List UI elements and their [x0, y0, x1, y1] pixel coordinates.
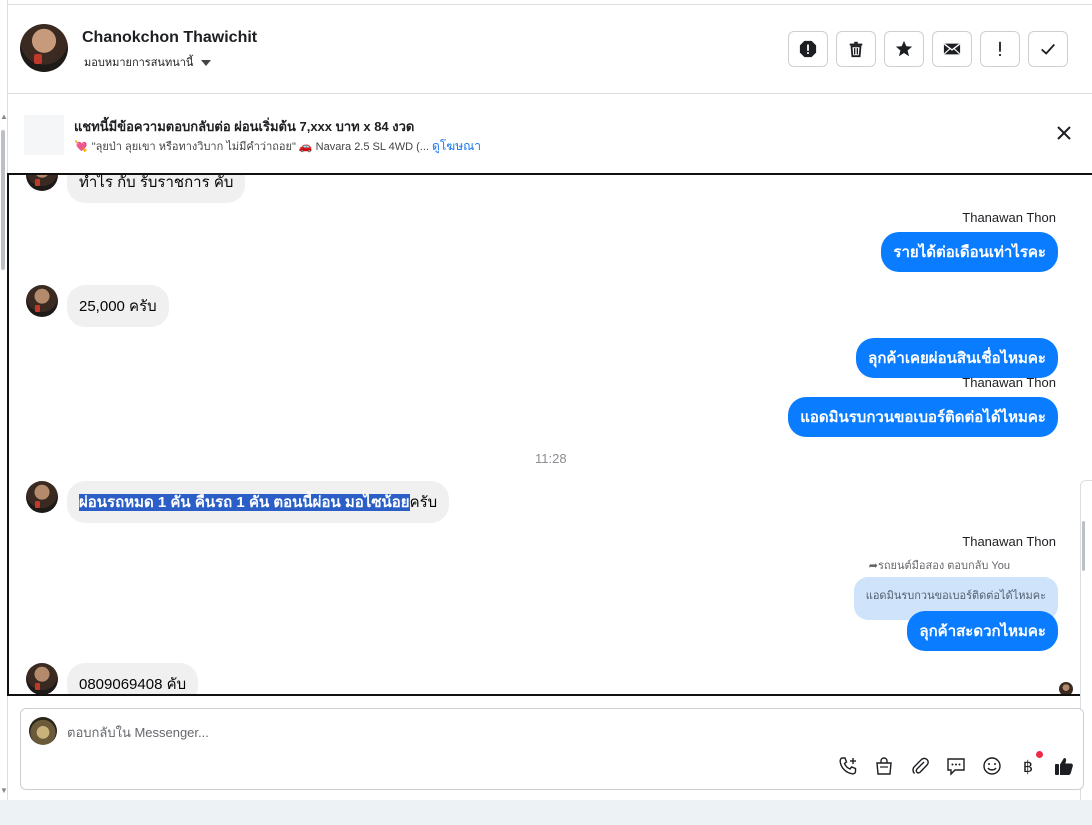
ad-subtitle: "ลุยป่า ลุยเขา หรือทางวิบาก ไม่มีคำว่าถอ…	[91, 141, 429, 153]
call-button[interactable]	[837, 755, 859, 777]
reply-note-text: รถยนต์มือสอง ตอบกลับ You	[877, 560, 1010, 572]
scroll-up-arrow-icon[interactable]: ▲	[0, 112, 8, 121]
composer-toolbar: ฿	[837, 751, 1075, 777]
selected-text[interactable]: ผ่อนรถหมด 1 คัน คืนรถ 1 คัน ตอนนี้ผ่อน ม…	[79, 494, 410, 511]
avatar[interactable]	[26, 663, 58, 694]
message-text: ครับ	[409, 494, 438, 511]
outgoing-message[interactable]: รายได้ต่อเดือนเท่าไรคะ	[881, 232, 1058, 272]
ad-subtitle-row: 💘 "ลุยป่า ลุยเขา หรือทางวิบาก ไม่มีคำว่าถ…	[74, 137, 481, 156]
reply-input[interactable]	[67, 721, 667, 743]
spam-icon	[799, 40, 817, 58]
view-ad-link[interactable]: ดูโฆษณา	[432, 139, 481, 153]
emoji-icon	[983, 757, 1001, 775]
incoming-message[interactable]: ทำไร กับ รับราชการ คับ	[67, 175, 246, 203]
mark-spam-button[interactable]	[788, 31, 828, 67]
follow-up-button[interactable]	[980, 31, 1020, 67]
saved-replies-button[interactable]	[945, 755, 967, 777]
star-icon	[895, 40, 913, 57]
thumbs-up-icon	[1055, 758, 1073, 775]
outgoing-message[interactable]: ลุกค้าเคยผ่อนสินเชื่อไหมคะ	[856, 338, 1058, 378]
read-receipt-avatar	[1059, 682, 1073, 694]
phone-add-icon	[839, 757, 857, 775]
sender-name: Thanawan Thon	[962, 375, 1056, 390]
avatar	[29, 717, 57, 745]
mark-unread-button[interactable]	[932, 31, 972, 67]
avatar[interactable]	[26, 481, 58, 513]
exclamation-icon	[999, 41, 1001, 56]
timestamp: 11:28	[535, 451, 567, 466]
reply-arrow-icon: ➦	[868, 560, 878, 572]
scroll-down-arrow-icon[interactable]: ▼	[0, 786, 8, 795]
assign-label: มอบหมายการสนทนานี้	[84, 57, 194, 69]
shop-button[interactable]	[873, 755, 895, 777]
incoming-message[interactable]: 25,000 ครับ	[67, 285, 169, 327]
mail-icon	[943, 43, 961, 55]
baht-icon: ฿	[1022, 756, 1034, 776]
attach-button[interactable]	[909, 755, 931, 777]
chat-bubble-icon	[947, 758, 965, 776]
mark-done-button[interactable]	[1028, 31, 1068, 67]
reply-indicator: ➦รถยนต์มือสอง ตอบกลับ You	[869, 556, 1010, 574]
check-icon	[1041, 43, 1055, 55]
emoji-button[interactable]	[981, 755, 1003, 777]
ad-context-banner: แชทนี้มีข้อความตอบกลับต่อ ผ่อนเริ่มต้น 7…	[8, 95, 1092, 173]
avatar[interactable]	[26, 175, 58, 191]
ad-thumbnail	[24, 115, 64, 155]
message-thread[interactable]: ทำไร กับ รับราชการ คับ Thanawan Thon ราย…	[7, 173, 1092, 696]
heart-icon: 💘	[74, 141, 88, 153]
header-actions	[788, 31, 1068, 67]
incoming-message[interactable]: ผ่อนรถหมด 1 คัน คืนรถ 1 คัน ตอนนี้ผ่อน ม…	[67, 481, 450, 523]
outgoing-message[interactable]: แอดมินรบกวนขอเบอร์ติดต่อได้ไหมคะ	[788, 397, 1058, 437]
paperclip-icon	[912, 757, 929, 775]
payment-button[interactable]: ฿	[1017, 751, 1043, 777]
message-composer: ฿	[20, 708, 1084, 790]
ad-title: แชทนี้มีข้อความตอบกลับต่อ ผ่อนเริ่มต้น 7…	[74, 119, 415, 134]
scrollbar-thumb[interactable]	[1082, 521, 1085, 571]
sender-name: Thanawan Thon	[962, 534, 1056, 549]
sender-name: Thanawan Thon	[962, 210, 1056, 225]
like-button[interactable]	[1053, 755, 1075, 777]
contact-name[interactable]: Chanokchon Thawichit	[82, 29, 257, 47]
outgoing-message[interactable]: ลุกค้าสะดวกไหมคะ	[907, 611, 1058, 651]
incoming-message[interactable]: 0809069408 คับ	[67, 663, 199, 694]
conversation-header: Chanokchon Thawichit มอบหมายการสนทนานี้	[8, 5, 1092, 94]
scrollbar-thumb[interactable]	[1, 130, 5, 270]
close-icon[interactable]	[1054, 123, 1074, 143]
caret-down-icon	[201, 60, 212, 67]
delete-button[interactable]	[836, 31, 876, 67]
shopping-bag-icon	[876, 757, 892, 775]
messenger-window: ▲ ▼ Chanokchon Thawichit มอบหมายการสนทนา…	[0, 0, 1092, 825]
assign-dropdown[interactable]: มอบหมายการสนทนานี้	[84, 53, 212, 71]
avatar[interactable]	[26, 285, 58, 317]
avatar[interactable]	[20, 24, 68, 72]
star-button[interactable]	[884, 31, 924, 67]
notification-dot	[1036, 751, 1043, 758]
page-footer-strip	[0, 800, 1092, 825]
trash-icon	[849, 41, 863, 58]
